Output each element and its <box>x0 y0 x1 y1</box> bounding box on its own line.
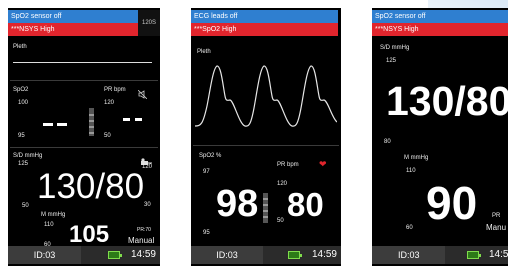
pr-value: 80 <box>287 186 324 223</box>
pr-low-limit: 50 <box>277 218 284 224</box>
mean-label: M mmHg <box>404 155 429 161</box>
spo2-high-limit: 100 <box>18 100 29 106</box>
pr-value-dash <box>135 118 142 121</box>
pr-small-label: PR <box>492 213 501 219</box>
nibp-low-limit: 50 <box>22 203 29 209</box>
mean-high-limit: 110 <box>44 222 54 228</box>
mean-value: 105 <box>69 221 110 248</box>
alarm-bar-info[interactable]: SpO2 sensor off <box>8 10 138 23</box>
battery-icon <box>467 251 481 259</box>
spo2-label: SpO2 <box>13 87 29 93</box>
spo2-low-limit: 95 <box>203 230 210 236</box>
nibp-mode[interactable]: Manual <box>128 236 154 245</box>
battery-icon <box>288 251 302 259</box>
spo2-level-gauge <box>89 108 94 136</box>
footer-bar: ID:03 14:59 <box>191 246 341 264</box>
monitor-screen-1: SpO2 sensor off ***NSYS High 120S Pleth … <box>8 8 160 266</box>
nibp-value: 130/80 <box>386 78 508 124</box>
clock-time: 14:59 <box>130 249 156 260</box>
pr-label: PR bpm <box>104 87 126 93</box>
divider <box>193 145 339 146</box>
battery-icon <box>108 251 122 259</box>
mean-label: M mmHg <box>41 212 66 218</box>
alarm-bar-info[interactable]: SpO2 sensor off <box>372 10 508 23</box>
nibp-high-limit: 125 <box>386 58 397 64</box>
pr-small-label: PR:70 <box>137 227 151 233</box>
nibp-high-limit: 125 <box>18 161 29 167</box>
spo2-label: SpO2 % <box>199 153 222 159</box>
footer-bar: ID:03 14:59 <box>8 246 160 264</box>
nibp-right-low-limit: 30 <box>144 202 151 208</box>
alarm-bar-high[interactable]: ***NSYS High <box>8 23 138 36</box>
monitor-screen-2: ECG leads off ***SpO2 High Pleth SpO2 % … <box>191 8 341 266</box>
spo2-low-limit: 95 <box>18 133 25 139</box>
spo2-value: 98 <box>216 183 259 225</box>
nibp-low-limit: 80 <box>384 139 391 145</box>
spo2-high-limit: 97 <box>203 169 210 175</box>
nibp-value: 130/80 <box>37 167 145 206</box>
pr-high-limit: 120 <box>104 100 115 106</box>
spo2-value-dash <box>57 123 67 126</box>
pr-low-limit: 50 <box>104 133 111 139</box>
clock-time: 14:59 <box>488 249 508 260</box>
mean-low-limit: 60 <box>406 225 413 231</box>
pr-high-limit: 120 <box>277 181 288 187</box>
nibp-label: S/D mmHg <box>380 45 410 51</box>
mean-high-limit: 110 <box>406 168 416 174</box>
nibp-label: S/D mmHg <box>13 153 43 159</box>
alarm-bar-info[interactable]: ECG leads off <box>191 10 338 23</box>
monitor-screen-3: SpO2 sensor off ***NSYS High S/D mmHg 12… <box>372 8 508 266</box>
footer-bar: ID:03 14:59 <box>372 246 508 264</box>
clock-time: 14:59 <box>311 249 337 260</box>
status-code: 120S <box>141 20 156 26</box>
patient-id[interactable]: ID:03 <box>372 246 446 264</box>
pleth-waveform <box>195 65 337 127</box>
spo2-level-gauge <box>263 193 268 223</box>
pr-value-dash <box>123 118 130 121</box>
alarm-off-icon[interactable] <box>137 86 148 100</box>
pleth-waveform <box>13 62 152 63</box>
patient-id[interactable]: ID:03 <box>8 246 81 264</box>
alarm-pause-icon[interactable]: 120S <box>138 10 160 36</box>
mean-value: 90 <box>426 177 478 229</box>
divider <box>10 147 158 148</box>
spo2-value-dash <box>43 123 53 126</box>
cuff-icon <box>140 153 152 165</box>
nibp-mode[interactable]: Manu <box>486 223 506 232</box>
pr-label: PR bpm <box>277 162 299 168</box>
alarm-bar-high[interactable]: ***SpO2 High <box>191 23 338 36</box>
pleth-label: Pleth <box>197 49 211 55</box>
pleth-label: Pleth <box>13 44 27 50</box>
alarm-bar-high[interactable]: ***NSYS High <box>372 23 508 36</box>
divider <box>10 80 158 81</box>
patient-id[interactable]: ID:03 <box>191 246 263 264</box>
heart-icon: ❤ <box>319 159 327 169</box>
